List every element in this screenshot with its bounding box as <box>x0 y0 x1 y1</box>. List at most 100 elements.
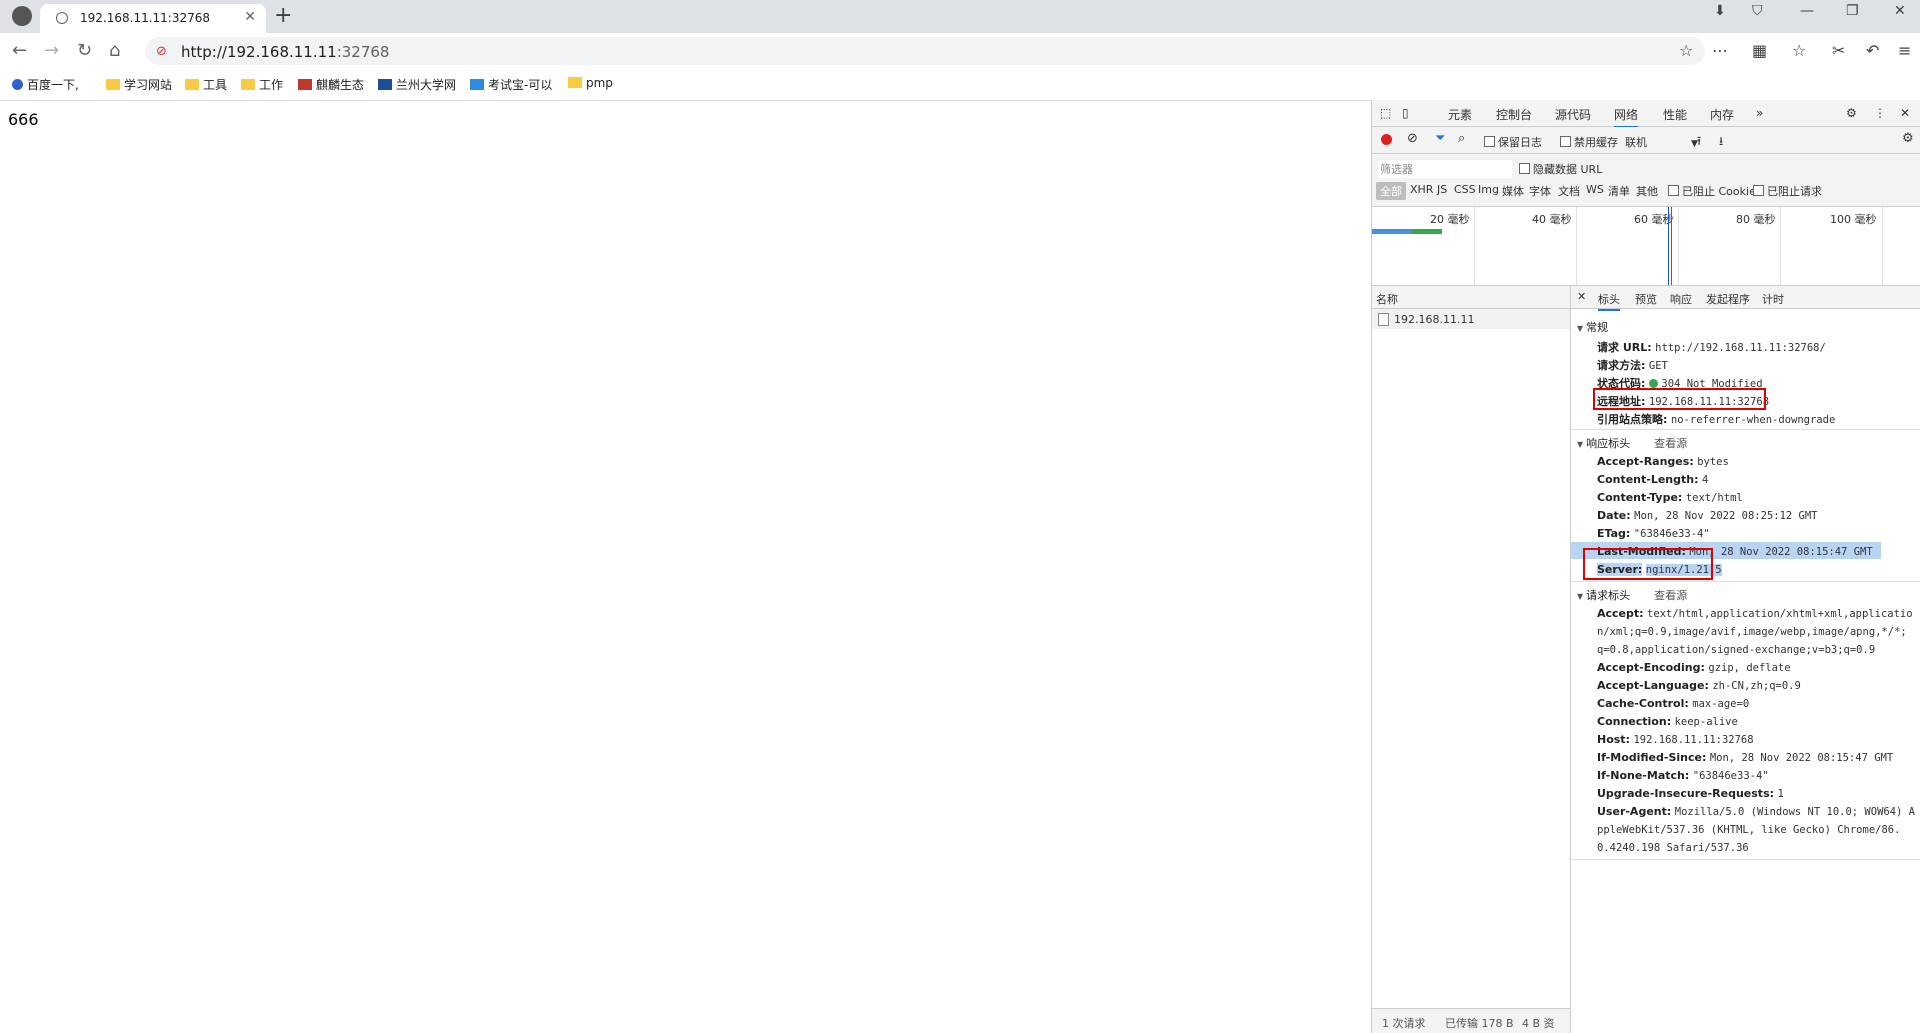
tab-title: 192.168.11.11:32768 <box>80 11 211 25</box>
tab-network[interactable]: 网络 <box>1614 106 1639 128</box>
new-tab-button[interactable]: + <box>274 3 292 28</box>
view-source-link[interactable]: 查看源 <box>1654 589 1687 602</box>
back-icon[interactable]: ← <box>12 40 27 61</box>
referrer-policy-row: 引用站点策略: no-referrer-when-downgrade <box>1597 413 1836 426</box>
minimize-button[interactable]: — <box>1800 3 1814 19</box>
close-devtools-icon[interactable]: ✕ <box>1900 106 1910 120</box>
section-request-headers[interactable]: ▼ 请求标头 查看源 <box>1577 587 1687 603</box>
header-row: Cache-Control: max-age=0 <box>1597 697 1750 710</box>
type-filter-ws[interactable]: WS <box>1586 183 1604 196</box>
kebab-menu-icon[interactable]: ⋮ <box>1874 106 1886 120</box>
tab-response[interactable]: 响应 <box>1670 291 1692 307</box>
load-event-line <box>1671 207 1672 285</box>
more-tabs-icon[interactable]: » <box>1756 106 1763 120</box>
settings-icon[interactable]: ⚙ <box>1846 106 1857 120</box>
type-filter-media[interactable]: 媒体 <box>1502 183 1524 199</box>
apps-icon[interactable]: ▦ <box>1752 41 1767 60</box>
undo-icon[interactable]: ↶ <box>1866 41 1879 60</box>
inspect-icon[interactable]: ⬚ <box>1380 106 1391 120</box>
bookmark-item[interactable]: 兰州大学网 <box>378 76 456 93</box>
bookmark-item[interactable]: 工具 <box>185 76 227 93</box>
paw-icon <box>12 79 23 90</box>
download-icon[interactable]: ⬇ <box>1714 3 1726 19</box>
url-text[interactable]: http://192.168.11.11:32768 <box>181 43 389 61</box>
device-icon[interactable]: ▯ <box>1402 106 1409 120</box>
folder-icon <box>106 79 120 90</box>
throttle-select[interactable]: 联机 ▼ <box>1625 134 1698 150</box>
profile-avatar[interactable] <box>12 6 32 26</box>
tab-memory[interactable]: 内存 <box>1710 106 1734 123</box>
tab-console[interactable]: 控制台 <box>1496 106 1532 123</box>
restore-button[interactable]: ❐ <box>1846 3 1859 19</box>
name-header-label: 名称 <box>1376 293 1398 306</box>
request-waterfall-bar <box>1412 229 1442 234</box>
filter-bar: 筛选器 隐藏数据 URL 全部 XHR JS CSS Img 媒体 字体 文档 … <box>1372 154 1920 207</box>
tab-elements[interactable]: 元素 <box>1448 106 1472 123</box>
home-icon[interactable]: ⌂ <box>109 40 120 61</box>
type-filter-js[interactable]: JS <box>1437 183 1447 196</box>
close-detail-icon[interactable]: ✕ <box>1577 290 1586 303</box>
type-filter-font[interactable]: 字体 <box>1529 183 1551 199</box>
import-icon[interactable]: ⭱ <box>1697 132 1701 153</box>
tab-performance[interactable]: 性能 <box>1663 106 1687 123</box>
bookmark-item[interactable]: 麒麟生态 <box>298 76 364 93</box>
disable-cache-checkbox[interactable]: 禁用缓存 <box>1560 134 1618 150</box>
type-filter-doc[interactable]: 文档 <box>1558 183 1580 199</box>
request-name: 192.168.11.11 <box>1394 313 1475 326</box>
clear-icon[interactable]: ⊘ <box>1407 131 1418 146</box>
type-filter-xhr[interactable]: XHR <box>1410 183 1433 196</box>
type-filter-manifest[interactable]: 清单 <box>1608 183 1630 199</box>
favorites-icon[interactable]: ☆ <box>1792 41 1806 60</box>
blocked-requests-checkbox[interactable]: 已阻止请求 <box>1753 183 1822 199</box>
timeline-tick-label: 100 毫秒 <box>1830 213 1877 226</box>
filter-icon[interactable]: ⏷ <box>1435 131 1445 146</box>
tab-initiator[interactable]: 发起程序 <box>1706 291 1750 307</box>
hide-data-url-checkbox[interactable]: 隐藏数据 URL <box>1519 161 1602 177</box>
site-icon <box>378 79 392 90</box>
close-tab-icon[interactable]: ✕ <box>244 9 256 25</box>
filter-input[interactable]: 筛选器 <box>1378 160 1512 178</box>
bookmark-item[interactable]: 工作 <box>241 76 283 93</box>
bookmark-item[interactable]: 考试宝-可以 <box>470 76 552 93</box>
type-filter-other[interactable]: 其他 <box>1636 183 1658 199</box>
reload-icon[interactable]: ↻ <box>77 40 92 61</box>
view-source-link[interactable]: 查看源 <box>1654 437 1687 450</box>
divider <box>1571 581 1920 582</box>
table-row[interactable]: 192.168.11.11 <box>1372 309 1570 329</box>
type-filter-img[interactable]: Img <box>1478 183 1499 196</box>
section-response-headers[interactable]: ▼ 响应标头 查看源 <box>1577 435 1687 451</box>
detail-tab-bar: ✕ 标头 预览 响应 发起程序 计时 <box>1571 286 1920 311</box>
close-window-button[interactable]: ✕ <box>1894 3 1906 19</box>
tab-sources[interactable]: 源代码 <box>1555 106 1591 123</box>
blocked-cookies-checkbox[interactable]: 已阻止 Cookie <box>1668 183 1756 199</box>
name-column-header[interactable]: 名称 <box>1372 286 1570 309</box>
bookmark-item[interactable]: 学习网站 <box>106 76 172 93</box>
section-general[interactable]: ▼ 常规 <box>1577 319 1608 335</box>
cut-icon[interactable]: ✂ <box>1832 41 1845 60</box>
tab-headers[interactable]: 标头 <box>1598 291 1620 311</box>
timeline-tick <box>1882 207 1883 285</box>
not-secure-icon[interactable]: ⊘ <box>156 44 167 59</box>
tab-preview[interactable]: 预览 <box>1635 291 1657 307</box>
preserve-log-checkbox[interactable]: 保留日志 <box>1484 134 1542 150</box>
caret-down-icon: ▼ <box>1577 440 1584 449</box>
search-icon[interactable]: ⌕ <box>1458 131 1465 146</box>
tab-timing[interactable]: 计时 <box>1762 291 1784 307</box>
more-icon[interactable]: ⋯ <box>1712 41 1728 60</box>
bookmark-item[interactable]: pmp <box>568 76 613 90</box>
forward-icon[interactable]: → <box>44 40 59 61</box>
menu-icon[interactable]: ≡ <box>1898 41 1911 60</box>
header-row: User-Agent: Mozilla/5.0 (Windows NT 10.0… <box>1597 805 1915 818</box>
type-filter-css[interactable]: CSS <box>1454 183 1476 196</box>
request-list: 名称 192.168.11.11 1 次请求 已传输 178 B 4 B 资 <box>1372 286 1571 1033</box>
bookmark-item[interactable]: 百度一下, <box>12 76 79 93</box>
extension-icon[interactable]: ⛉ <box>1752 3 1763 19</box>
export-icon[interactable]: ⭳ <box>1719 132 1723 153</box>
checkbox-icon <box>1484 136 1495 147</box>
record-icon[interactable] <box>1381 134 1392 145</box>
network-settings-icon[interactable]: ⚙ <box>1902 131 1914 146</box>
type-filter-all[interactable]: 全部 <box>1376 182 1406 200</box>
browser-tab[interactable]: 192.168.11.11:32768 ✕ <box>40 4 266 33</box>
header-row: Upgrade-Insecure-Requests: 1 <box>1597 787 1784 800</box>
star-icon[interactable]: ☆ <box>1679 41 1693 60</box>
